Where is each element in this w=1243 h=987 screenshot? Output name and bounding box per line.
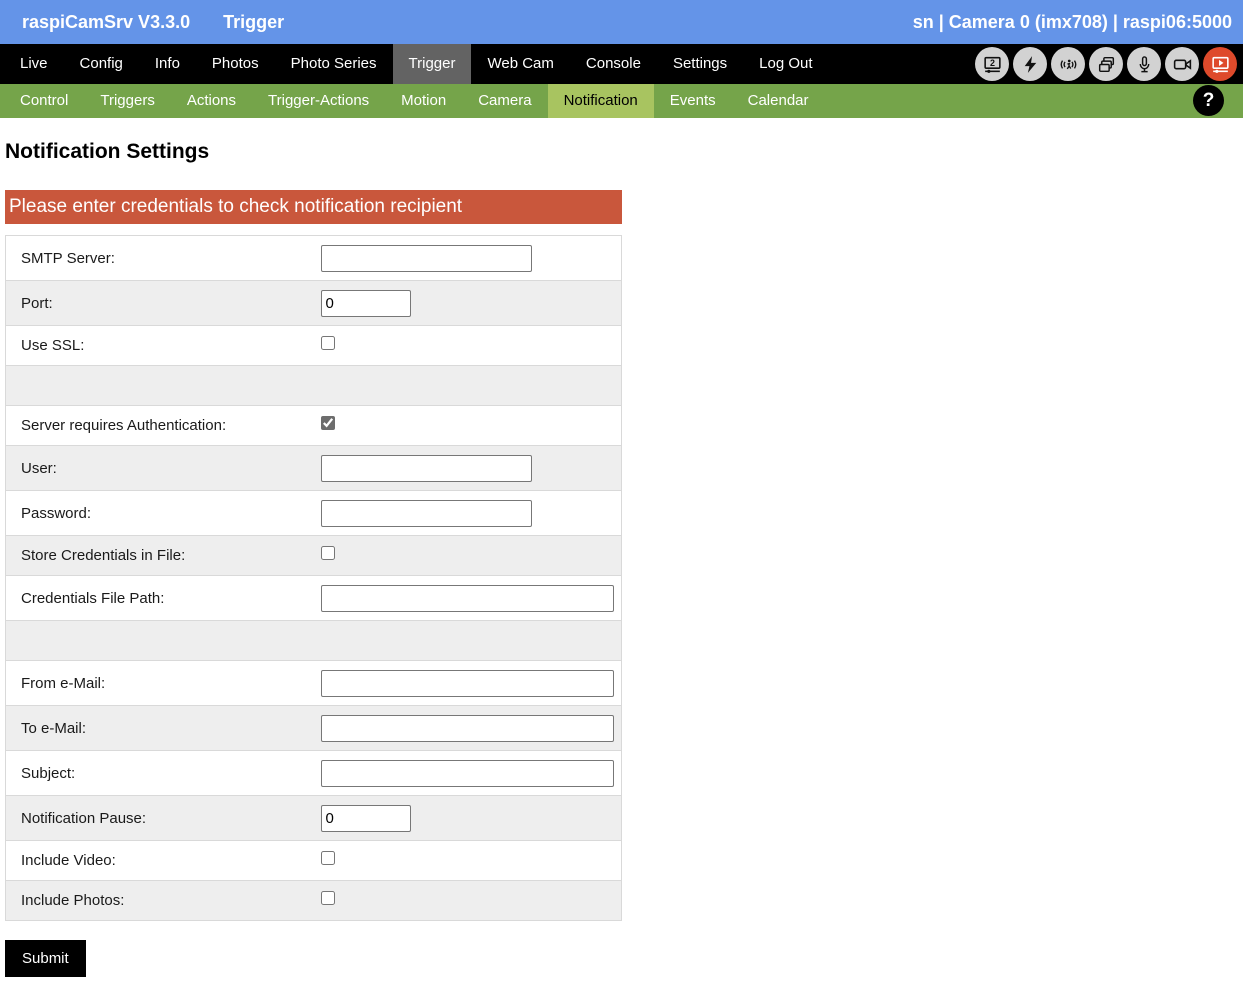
server-auth-checkbox[interactable]: [321, 416, 335, 430]
use-ssl-checkbox[interactable]: [321, 336, 335, 350]
sub-nav: Control Triggers Actions Trigger-Actions…: [0, 84, 1243, 118]
video-camera-icon[interactable]: [1165, 47, 1199, 81]
credentials-file-path-input[interactable]: [321, 585, 614, 612]
subnav-item-events[interactable]: Events: [654, 84, 732, 118]
nav-item-settings[interactable]: Settings: [657, 44, 743, 84]
credentials-file-path-label: Credentials File Path:: [6, 576, 319, 621]
notification-pause-label: Notification Pause:: [6, 796, 319, 841]
nav-item-info[interactable]: Info: [139, 44, 196, 84]
password-input[interactable]: [321, 500, 532, 527]
password-label: Password:: [6, 491, 319, 536]
submit-button[interactable]: Submit: [5, 940, 86, 977]
form-row: User:: [6, 446, 622, 491]
server-auth-label: Server requires Authentication:: [6, 406, 319, 446]
form-row: Server requires Authentication:: [6, 406, 622, 446]
status-icon-bar: 2: [975, 47, 1237, 81]
microphone-icon[interactable]: [1127, 47, 1161, 81]
store-credentials-checkbox[interactable]: [321, 546, 335, 560]
nav-item-photos[interactable]: Photos: [196, 44, 275, 84]
include-video-label: Include Video:: [6, 841, 319, 881]
titlebar: raspiCamSrv V3.3.0 Trigger sn | Camera 0…: [0, 0, 1243, 44]
svg-text:2: 2: [990, 58, 995, 68]
subject-label: Subject:: [6, 751, 319, 796]
use-ssl-label: Use SSL:: [6, 326, 319, 366]
include-video-checkbox[interactable]: [321, 851, 335, 865]
form-row: Use SSL:: [6, 326, 622, 366]
form-row: From e-Mail:: [6, 661, 622, 706]
spacer-row: [6, 366, 622, 406]
nav-item-config[interactable]: Config: [64, 44, 139, 84]
form-row: To e-Mail:: [6, 706, 622, 751]
form-row: Port:: [6, 281, 622, 326]
spacer-row: [6, 621, 622, 661]
user-input[interactable]: [321, 455, 532, 482]
form-row: Subject:: [6, 751, 622, 796]
nav-item-live[interactable]: Live: [4, 44, 64, 84]
to-email-label: To e-Mail:: [6, 706, 319, 751]
to-email-input[interactable]: [321, 715, 614, 742]
smtp-server-input[interactable]: [321, 245, 532, 272]
subnav-item-camera[interactable]: Camera: [462, 84, 547, 118]
content-area: Notification Settings Please enter crede…: [0, 140, 1243, 977]
form-row: SMTP Server:: [6, 236, 622, 281]
subnav-item-actions[interactable]: Actions: [171, 84, 252, 118]
page-title: Notification Settings: [5, 140, 1243, 164]
alert-banner: Please enter credentials to check notifi…: [5, 190, 622, 224]
include-photos-label: Include Photos:: [6, 881, 319, 921]
subnav-item-triggers[interactable]: Triggers: [84, 84, 170, 118]
nav-item-web-cam[interactable]: Web Cam: [471, 44, 569, 84]
form-row: Notification Pause:: [6, 796, 622, 841]
nav-item-trigger[interactable]: Trigger: [393, 44, 472, 84]
subnav-item-motion[interactable]: Motion: [385, 84, 462, 118]
port-label: Port:: [6, 281, 319, 326]
smtp-server-label: SMTP Server:: [6, 236, 319, 281]
user-label: User:: [6, 446, 319, 491]
subnav-item-notification[interactable]: Notification: [548, 84, 654, 118]
nav-item-console[interactable]: Console: [570, 44, 657, 84]
photo-series-icon[interactable]: [1089, 47, 1123, 81]
form-row: Credentials File Path:: [6, 576, 622, 621]
subject-input[interactable]: [321, 760, 614, 787]
form-row: Include Video:: [6, 841, 622, 881]
notification-settings-table: SMTP Server: Port: Use SSL: Server requi…: [5, 235, 622, 921]
connection-status: sn | Camera 0 (imx708) | raspi06:5000: [913, 12, 1232, 33]
port-input[interactable]: [321, 290, 411, 317]
lightning-icon[interactable]: [1013, 47, 1047, 81]
motion-detection-icon[interactable]: [1051, 47, 1085, 81]
store-credentials-label: Store Credentials in File:: [6, 536, 319, 576]
nav-item-log-out[interactable]: Log Out: [743, 44, 828, 84]
app-title: raspiCamSrv V3.3.0: [22, 12, 190, 33]
subnav-item-calendar[interactable]: Calendar: [732, 84, 825, 118]
help-icon[interactable]: ?: [1193, 85, 1224, 116]
form-row: Store Credentials in File:: [6, 536, 622, 576]
form-row: Include Photos:: [6, 881, 622, 921]
subnav-item-control[interactable]: Control: [4, 84, 84, 118]
page-breadcrumb: Trigger: [223, 12, 284, 33]
from-email-label: From e-Mail:: [6, 661, 319, 706]
subnav-item-trigger-actions[interactable]: Trigger-Actions: [252, 84, 385, 118]
screen-2-icon[interactable]: 2: [975, 47, 1009, 81]
form-row: Password:: [6, 491, 622, 536]
notification-pause-input[interactable]: [321, 805, 411, 832]
live-stream-icon[interactable]: [1203, 47, 1237, 81]
nav-item-photo-series[interactable]: Photo Series: [275, 44, 393, 84]
include-photos-checkbox[interactable]: [321, 891, 335, 905]
from-email-input[interactable]: [321, 670, 614, 697]
main-nav: Live Config Info Photos Photo Series Tri…: [0, 44, 1243, 84]
